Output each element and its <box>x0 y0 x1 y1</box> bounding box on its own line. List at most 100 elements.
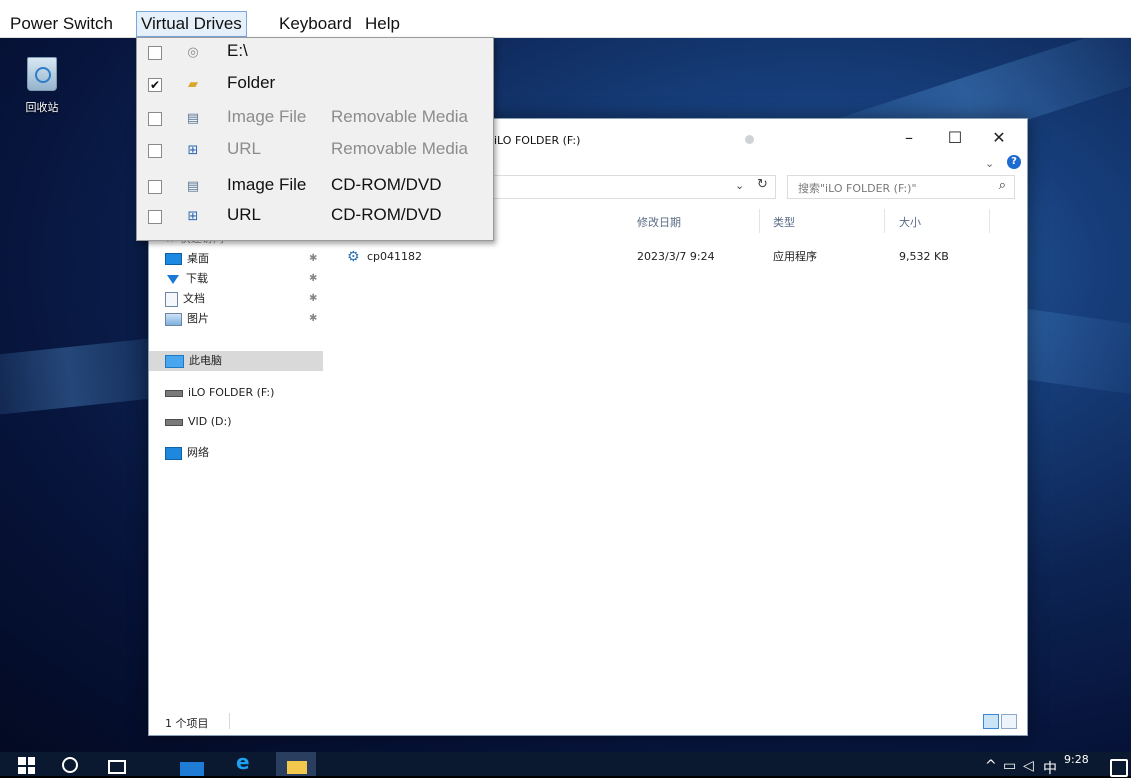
menu-item-sublabel: CD-ROM/DVD <box>331 205 442 224</box>
volume-icon[interactable]: ◁ <box>1023 758 1034 774</box>
image-file-icon: ▤ <box>186 179 200 194</box>
menu-item-image-file-removable[interactable]: ▤ Image File Removable Media <box>137 105 493 135</box>
this-pc-icon <box>165 354 184 368</box>
pin-icon[interactable]: ✱ <box>309 313 317 324</box>
menu-item-url-removable[interactable]: ⊞ URL Removable Media <box>137 137 493 167</box>
menu-item-label: URL <box>227 205 262 224</box>
address-dropdown-icon[interactable]: ⌄ <box>735 179 744 192</box>
nav-ilo-folder-label: iLO FOLDER (F:) <box>188 386 275 399</box>
pin-icon[interactable]: ✱ <box>309 293 317 304</box>
refresh-icon[interactable]: ↻ <box>757 177 768 192</box>
table-row[interactable]: ⚙ cp041182 2023/3/7 9:24 应用程序 9,532 KB <box>347 247 1007 267</box>
maximize-button[interactable]: ☐ <box>940 127 970 149</box>
notification-icon[interactable] <box>1110 759 1128 777</box>
status-item-count: 1 个项目 <box>165 717 209 730</box>
status-dot <box>745 135 754 144</box>
large-icons-view-icon[interactable] <box>1001 714 1017 729</box>
checkbox[interactable] <box>148 112 162 126</box>
menu-virtual-drives[interactable]: Virtual Drives <box>136 11 247 37</box>
recycle-bin[interactable]: 回收站 <box>20 57 64 115</box>
nav-desktop-label: 桌面 <box>187 252 209 265</box>
column-separator <box>759 209 760 233</box>
nav-documents-label: 文档 <box>183 292 205 305</box>
pictures-icon <box>165 312 182 326</box>
menubar: Power Switch Virtual Drives Keyboard Hel… <box>0 6 1131 38</box>
minimize-button[interactable]: – <box>894 127 924 149</box>
menu-item-label: URL <box>227 139 262 158</box>
drive-icon <box>165 389 183 397</box>
menu-item-sublabel: CD-ROM/DVD <box>331 175 442 194</box>
nav-network[interactable]: 网络 <box>165 443 209 463</box>
menu-power-switch[interactable]: Power Switch <box>6 12 117 36</box>
task-view-icon[interactable] <box>108 760 126 774</box>
status-separator <box>229 713 230 729</box>
pin-icon[interactable]: ✱ <box>309 253 317 264</box>
nav-this-pc-label: 此电脑 <box>189 354 222 367</box>
desktop-app-icon[interactable] <box>180 762 204 776</box>
windows-start-icon[interactable] <box>18 757 35 774</box>
desktop-icon <box>165 253 182 265</box>
checkbox[interactable] <box>148 210 162 224</box>
nav-downloads-label: 下载 <box>186 272 208 285</box>
cd-drive-icon: ◎ <box>187 45 199 60</box>
menu-keyboard[interactable]: Keyboard <box>275 12 356 36</box>
details-view-icon[interactable] <box>983 714 999 729</box>
top-clipped-strip <box>0 0 1131 6</box>
search-placeholder: 搜索"iLO FOLDER (F:)" <box>798 182 917 195</box>
menu-item-sublabel: Removable Media <box>331 139 469 158</box>
column-header-size[interactable]: 大小 <box>899 214 921 230</box>
checkbox[interactable] <box>148 46 162 60</box>
search-icon: ⌕ <box>998 178 1006 193</box>
nav-ilo-folder[interactable]: iLO FOLDER (F:) <box>165 383 274 403</box>
menu-item-url-cdrom[interactable]: ⊞ URL CD-ROM/DVD <box>137 203 493 233</box>
menu-item-label: Image File <box>227 107 307 126</box>
edge-browser-icon[interactable]: e <box>236 752 260 772</box>
folder-icon: ▰ <box>188 77 198 92</box>
search-input[interactable]: 搜索"iLO FOLDER (F:)" ⌕ <box>787 175 1015 199</box>
menu-item-label: Image File <box>227 175 307 194</box>
image-file-icon: ▤ <box>186 111 200 126</box>
file-name: cp041182 <box>367 250 423 263</box>
taskbar: e ^ ▭ ◁ 中 9:28 <box>0 752 1131 778</box>
nav-downloads[interactable]: 下载 <box>165 269 208 289</box>
menu-item-folder[interactable]: ✔ ▰ Folder <box>137 71 493 101</box>
ime-indicator[interactable]: 中 <box>1043 758 1057 778</box>
network-icon <box>165 446 182 460</box>
nav-pictures-label: 图片 <box>187 312 209 325</box>
pin-icon[interactable]: ✱ <box>309 273 317 284</box>
checkbox-checked[interactable]: ✔ <box>148 78 162 92</box>
recycle-bin-icon <box>27 57 57 91</box>
column-separator <box>884 209 885 233</box>
nav-this-pc[interactable]: 此电脑 <box>149 351 323 371</box>
file-date: 2023/3/7 9:24 <box>637 250 715 263</box>
network-url-icon: ⊞ <box>187 143 199 158</box>
help-icon[interactable]: ? <box>1007 155 1021 169</box>
application-gear-icon: ⚙ <box>347 249 360 265</box>
file-type: 应用程序 <box>773 250 817 263</box>
checkbox[interactable] <box>148 180 162 194</box>
menu-item-sublabel: Removable Media <box>331 107 469 126</box>
menu-item-e-drive[interactable]: ◎ E:\ <box>137 39 493 69</box>
chevron-up-icon[interactable]: ^ <box>985 758 997 774</box>
drive-icon <box>165 418 183 426</box>
virtual-drives-menu: ◎ E:\ ✔ ▰ Folder ▤ Image File Removable … <box>136 37 494 241</box>
menu-help[interactable]: Help <box>361 12 404 36</box>
nav-pictures[interactable]: 图片 <box>165 309 209 329</box>
file-explorer-taskbar-icon[interactable] <box>276 752 316 776</box>
checkbox[interactable] <box>148 144 162 158</box>
clock[interactable]: 9:28 <box>1064 753 1089 766</box>
search-icon[interactable] <box>62 757 78 773</box>
column-separator <box>989 209 990 233</box>
network-tray-icon[interactable]: ▭ <box>1003 758 1016 774</box>
ribbon-expand-icon[interactable]: ⌄ <box>985 157 994 170</box>
nav-documents[interactable]: 文档 <box>165 289 205 309</box>
nav-desktop[interactable]: 桌面 <box>165 249 209 269</box>
column-header-type[interactable]: 类型 <box>773 214 795 230</box>
nav-vid-drive[interactable]: VID (D:) <box>165 412 232 432</box>
nav-network-label: 网络 <box>187 446 209 459</box>
column-header-date[interactable]: 修改日期 <box>637 214 681 230</box>
close-button[interactable]: ✕ <box>984 127 1014 149</box>
menu-item-image-file-cdrom[interactable]: ▤ Image File CD-ROM/DVD <box>137 173 493 203</box>
document-icon <box>165 291 178 307</box>
menu-item-label: E:\ <box>227 41 248 60</box>
